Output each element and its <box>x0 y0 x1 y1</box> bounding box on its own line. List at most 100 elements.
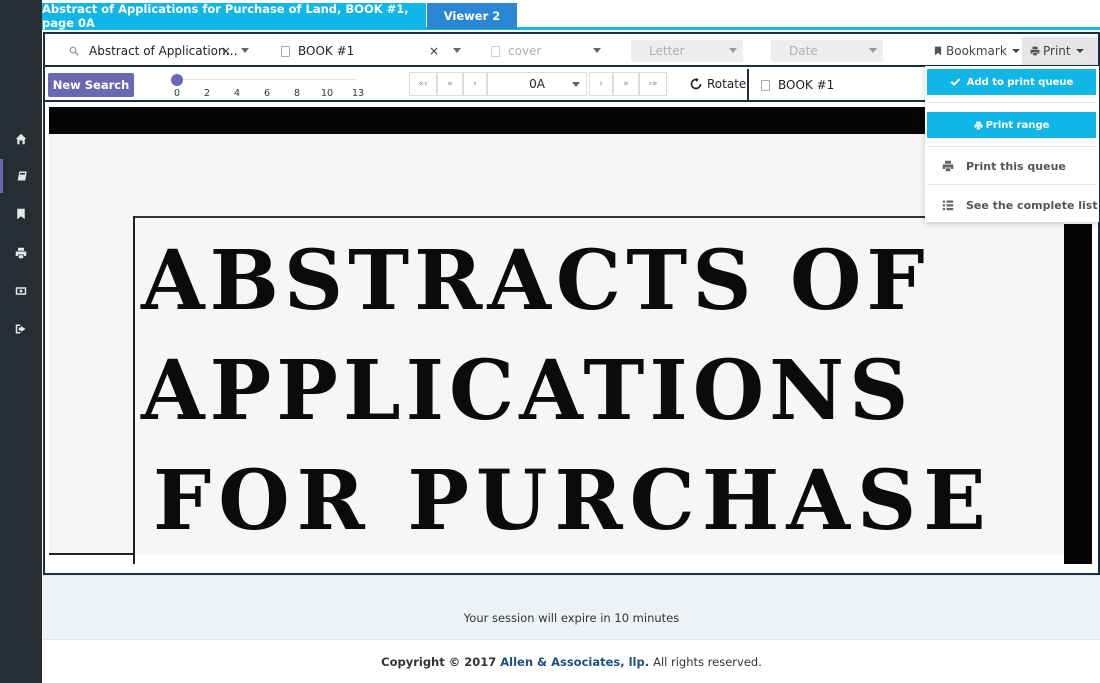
section-select[interactable]: cover <box>491 40 601 62</box>
frame-rule <box>49 553 135 555</box>
see-complete-list-item[interactable]: See the complete list <box>942 195 1098 215</box>
sidebar-item-print[interactable] <box>0 236 42 270</box>
sidebar-item-sign-out[interactable] <box>0 312 42 346</box>
book-field: BOOK #1 <box>761 74 834 96</box>
document-icon <box>491 45 500 57</box>
slider-tick: 6 <box>263 88 271 99</box>
rotate-icon <box>690 78 702 90</box>
date-placeholder: Date <box>789 44 818 58</box>
next-page-button[interactable]: › <box>589 72 613 96</box>
chevron-down-icon[interactable] <box>453 48 461 53</box>
previous-page-button[interactable]: ‹ <box>463 72 487 96</box>
chevron-down-icon[interactable] <box>593 48 601 53</box>
rotate-button[interactable]: Rotate <box>690 72 746 96</box>
page-slider[interactable]: 0 2 4 6 8 10 13 <box>171 73 371 101</box>
rotate-label: Rotate <box>707 77 747 91</box>
print-this-queue-label: Print this queue <box>966 159 1066 173</box>
caret-down-icon <box>1011 49 1020 53</box>
slider-tick: 8 <box>293 88 301 99</box>
bookmark-label: Bookmark <box>946 44 1007 58</box>
letter-select[interactable]: Letter <box>631 40 743 62</box>
book-select[interactable]: BOOK #1 × <box>281 40 461 62</box>
check-icon <box>950 77 961 86</box>
last-page-button[interactable]: ›» <box>639 72 667 96</box>
forward-ten-button[interactable]: » <box>613 72 639 96</box>
slider-tick: 2 <box>203 88 211 99</box>
collection-clear-icon[interactable]: × <box>221 44 231 58</box>
tab-bar: Abstract of Applications for Purchase of… <box>42 0 1100 30</box>
menu-divider <box>927 102 1096 103</box>
print-label: Print <box>1043 44 1071 58</box>
letter-placeholder: Letter <box>649 44 685 58</box>
caret-down-icon <box>1075 49 1084 53</box>
slider-tick: 4 <box>233 88 241 99</box>
first-page-button[interactable]: «‹ <box>409 72 437 96</box>
frame-rule <box>133 216 1013 218</box>
print-range-button[interactable]: Print range <box>927 112 1096 138</box>
sidebar-item-bookmarks[interactable] <box>0 197 42 231</box>
filter-bar: Abstract of Application… × BOOK #1 × cov… <box>45 34 1098 67</box>
sidebar-item-books[interactable] <box>0 159 42 193</box>
print-range-label: Print range <box>985 119 1050 131</box>
chevron-down-icon[interactable] <box>729 48 737 53</box>
collection-value: Abstract of Application… <box>89 44 238 58</box>
sidebar <box>0 0 42 683</box>
sign-out-icon <box>15 324 26 334</box>
document-title-line: FOR PURCHASE <box>153 453 993 549</box>
document-title-line: ABSTRACTS OF <box>141 233 930 329</box>
book-icon <box>17 171 27 181</box>
search-icon <box>69 46 79 56</box>
frame-rule <box>133 216 135 564</box>
chevron-down-icon[interactable] <box>572 82 580 87</box>
new-search-button[interactable]: New Search <box>48 73 134 97</box>
document-icon <box>281 45 290 57</box>
print-menu: Add to print queue Print range Print thi… <box>925 66 1099 222</box>
book-clear-icon[interactable]: × <box>429 44 439 58</box>
chevron-down-icon[interactable] <box>869 48 877 53</box>
slider-track[interactable] <box>177 79 357 80</box>
copyright-footer: Copyright © 2017 Allen & Associates, llp… <box>43 639 1100 683</box>
copyright-prefix: Copyright © 2017 <box>381 654 497 669</box>
print-this-queue-item[interactable]: Print this queue <box>942 156 1066 176</box>
bookmark-button[interactable]: Bookmark <box>925 37 1028 65</box>
page-select[interactable]: 0A <box>487 72 587 96</box>
add-to-print-queue-label: Add to print queue <box>966 76 1074 88</box>
rights-text: All rights reserved. <box>653 654 762 669</box>
see-complete-list-label: See the complete list <box>966 198 1098 212</box>
session-notice: Your session will expire in 10 minutes <box>43 575 1100 639</box>
menu-divider <box>927 146 1096 147</box>
company-link[interactable]: Allen & Associates, llp. <box>500 655 649 669</box>
home-icon <box>15 133 27 145</box>
document-title-line: APPLICATIONS <box>141 343 914 439</box>
menu-divider <box>927 184 1096 185</box>
print-icon <box>15 247 27 259</box>
tab-abstract[interactable]: Abstract of Applications for Purchase of… <box>42 2 426 30</box>
print-icon <box>1030 46 1040 56</box>
book-value: BOOK #1 <box>298 44 355 58</box>
add-to-print-queue-button[interactable]: Add to print queue <box>927 69 1096 95</box>
scan-edge <box>1064 224 1092 564</box>
bookmark-icon <box>17 208 25 220</box>
print-icon <box>974 121 983 129</box>
chevron-down-icon[interactable] <box>241 48 249 53</box>
slider-tick: 10 <box>320 88 334 99</box>
collection-select[interactable]: Abstract of Application… × <box>69 40 249 62</box>
back-ten-button[interactable]: « <box>437 72 463 96</box>
slider-tick: 13 <box>351 88 365 99</box>
document-icon <box>761 79 770 91</box>
book-field-label: BOOK #1 <box>778 78 835 92</box>
slider-tick: 0 <box>173 88 181 99</box>
section-placeholder: cover <box>508 44 542 58</box>
date-select[interactable]: Date <box>771 40 883 62</box>
print-icon <box>942 160 954 172</box>
list-icon <box>942 200 954 211</box>
slider-handle[interactable] <box>171 74 183 86</box>
tab-viewer-2[interactable]: Viewer 2 <box>427 3 517 29</box>
sidebar-item-home[interactable] <box>0 122 42 156</box>
print-button[interactable]: Print <box>1022 37 1098 65</box>
page-value: 0A <box>529 77 545 91</box>
money-icon <box>15 287 27 295</box>
session-text: Your session will expire in 10 minutes <box>463 610 680 625</box>
sidebar-item-payments[interactable] <box>0 274 42 308</box>
bookmark-icon <box>934 46 942 56</box>
